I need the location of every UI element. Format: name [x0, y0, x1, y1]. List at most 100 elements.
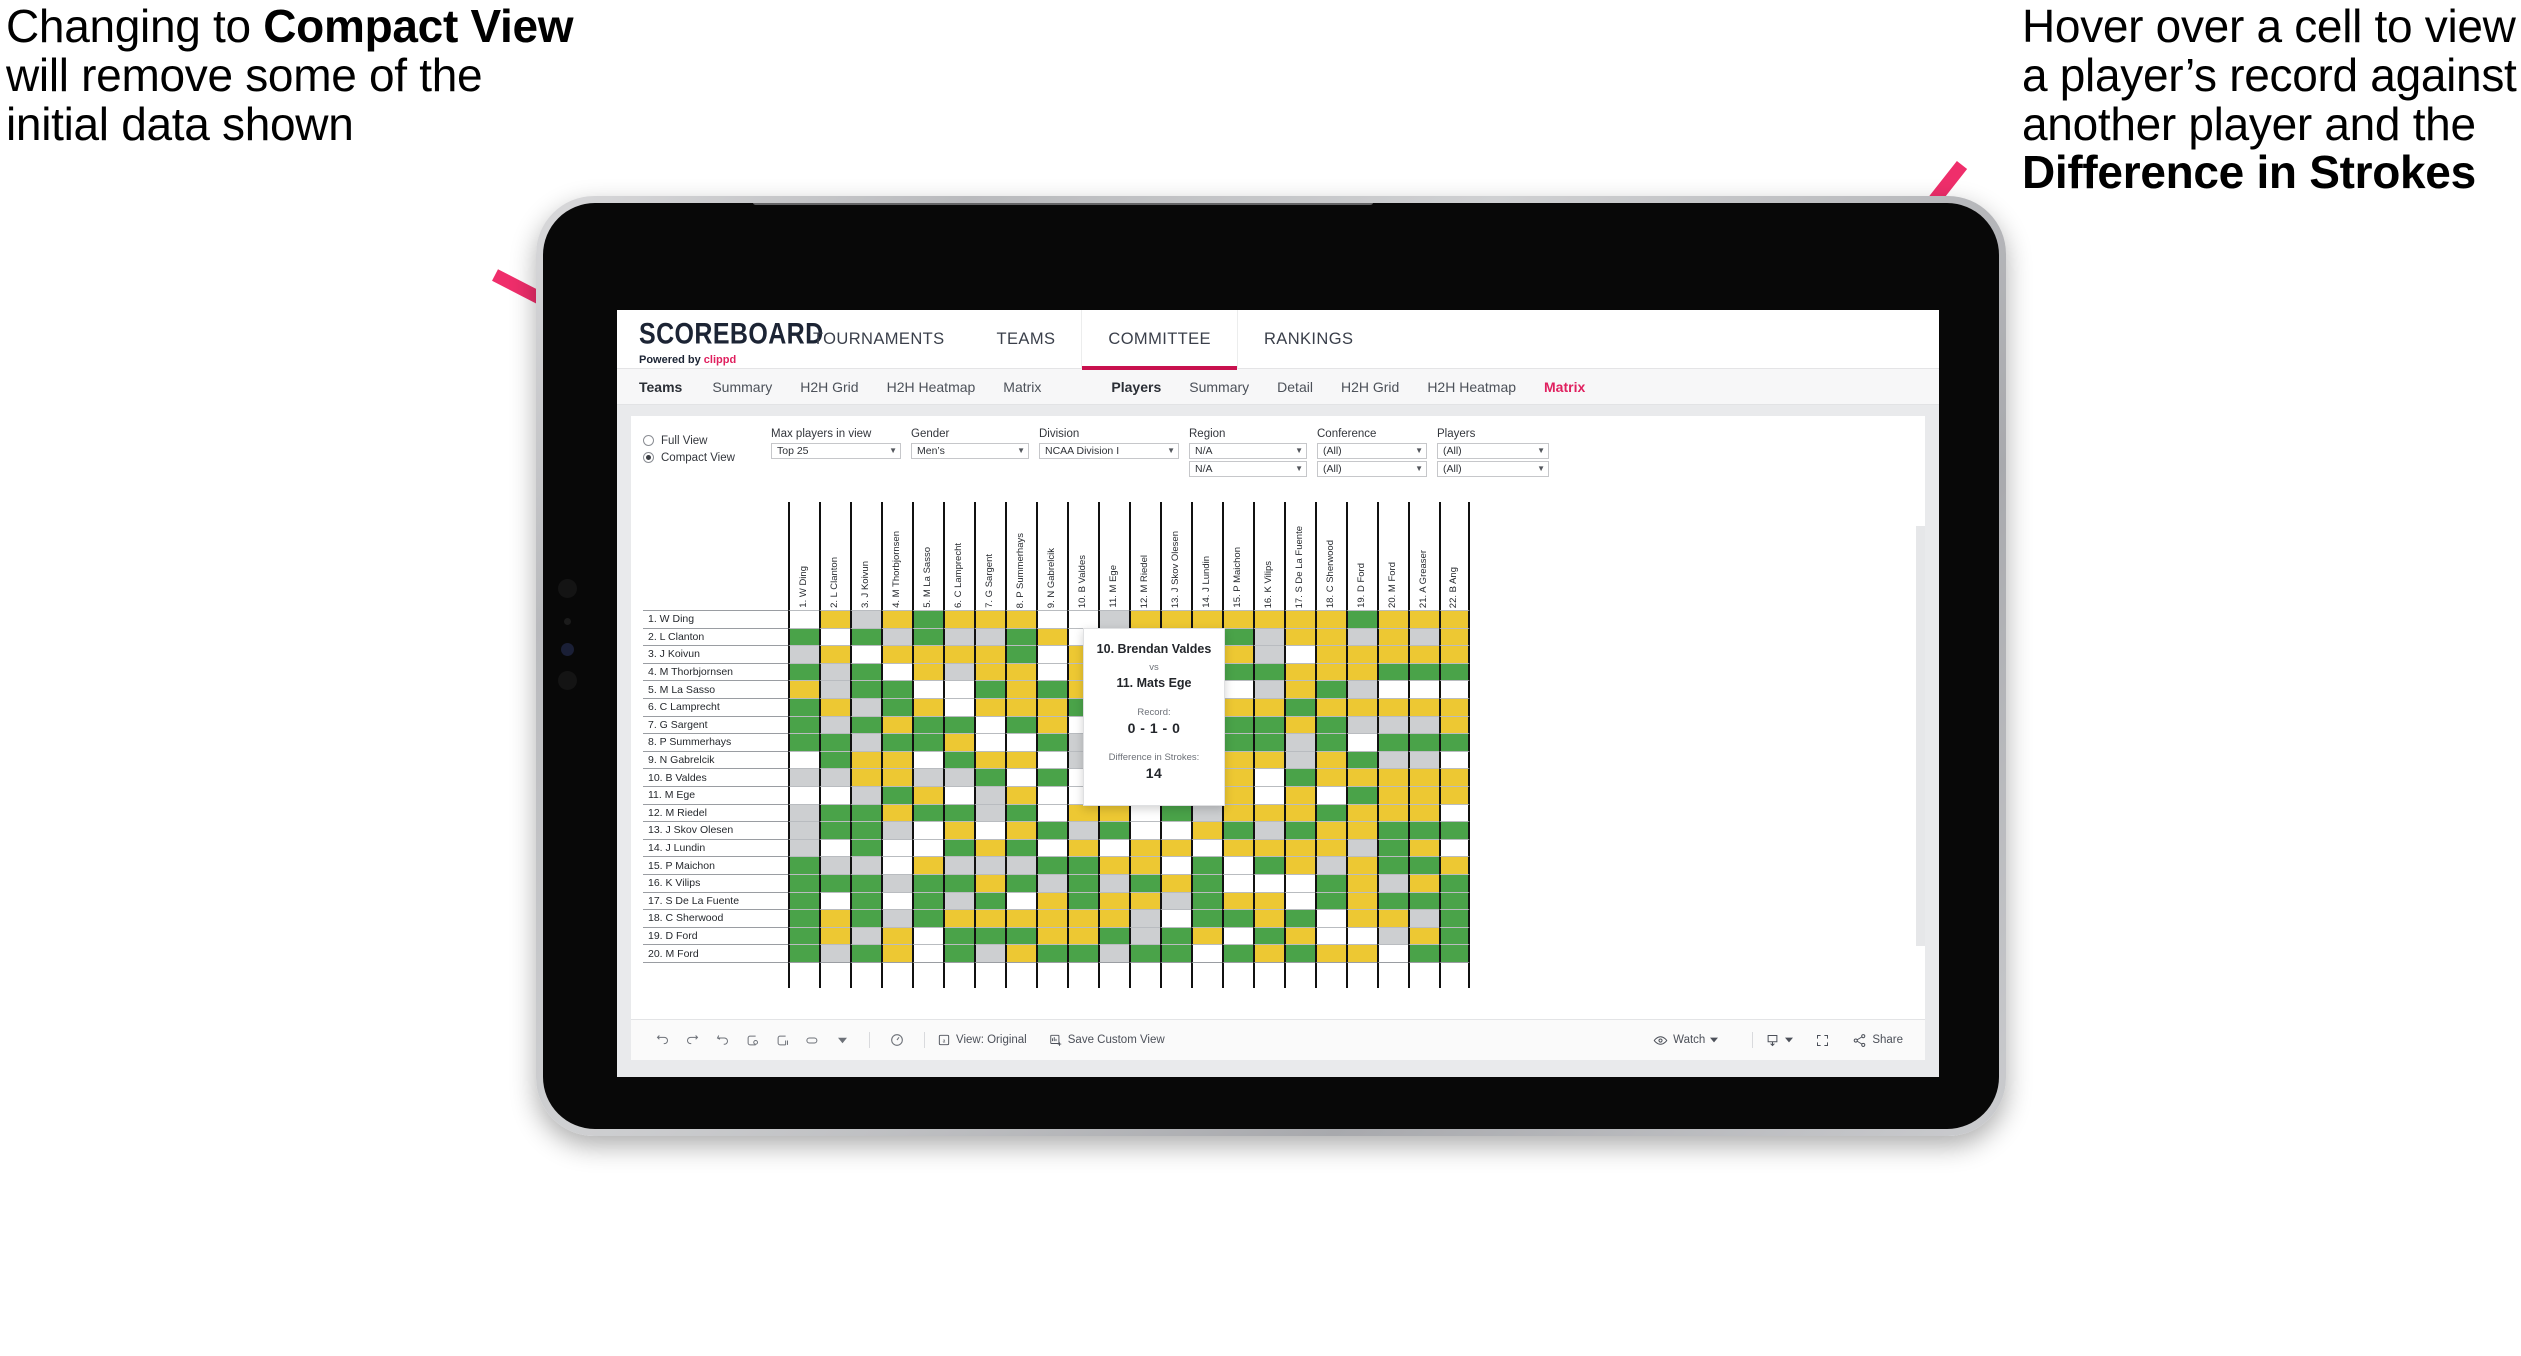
- matrix-cell[interactable]: [1222, 873, 1253, 892]
- matrix-cell[interactable]: [974, 645, 1005, 663]
- matrix-cell[interactable]: [1284, 803, 1315, 822]
- matrix-cell[interactable]: [1253, 627, 1284, 646]
- matrix-cell[interactable]: [1439, 803, 1470, 822]
- matrix-cell[interactable]: [1439, 785, 1470, 804]
- matrix-cell[interactable]: [850, 662, 881, 681]
- subnav-item-teams-matrix[interactable]: Matrix: [989, 379, 1055, 395]
- matrix-cell[interactable]: [912, 627, 943, 646]
- matrix-cell[interactable]: [788, 944, 819, 962]
- matrix-cell[interactable]: [881, 715, 912, 734]
- matrix-cell[interactable]: [974, 697, 1005, 716]
- matrix-cell[interactable]: [819, 610, 850, 628]
- matrix-cell[interactable]: [1377, 680, 1408, 698]
- matrix-cell[interactable]: [1191, 944, 1222, 962]
- matrix-cell[interactable]: [1160, 873, 1191, 892]
- matrix-cell[interactable]: [1315, 891, 1346, 910]
- matrix-cell[interactable]: [1253, 838, 1284, 857]
- matrix-cell[interactable]: [1377, 627, 1408, 646]
- matrix-cell[interactable]: [1222, 944, 1253, 962]
- matrix-cell[interactable]: [819, 873, 850, 892]
- matrix-cell[interactable]: [1315, 733, 1346, 751]
- matrix-cell[interactable]: [974, 926, 1005, 945]
- matrix-cell[interactable]: [1036, 733, 1067, 751]
- matrix-cell[interactable]: [1408, 926, 1439, 945]
- matrix-cell[interactable]: [1439, 610, 1470, 628]
- matrix-cell[interactable]: [1253, 803, 1284, 822]
- watch-button[interactable]: Watch: [1653, 1033, 1719, 1048]
- matrix-cell[interactable]: [1439, 697, 1470, 716]
- matrix-cell[interactable]: [1036, 768, 1067, 786]
- matrix-cell[interactable]: [1253, 610, 1284, 628]
- matrix-cell[interactable]: [943, 733, 974, 751]
- matrix-cell[interactable]: [881, 610, 912, 628]
- matrix-cell[interactable]: [1253, 926, 1284, 945]
- matrix-cell[interactable]: [881, 768, 912, 786]
- select-division[interactable]: NCAA Division I ▼: [1039, 443, 1179, 459]
- matrix-cell[interactable]: [1036, 610, 1067, 628]
- matrix-cell[interactable]: [1408, 733, 1439, 751]
- matrix-cell[interactable]: [1439, 856, 1470, 874]
- shape-icon[interactable]: [797, 1033, 827, 1048]
- matrix-cell[interactable]: [943, 697, 974, 716]
- matrix-cell[interactable]: [850, 821, 881, 839]
- matrix-cell[interactable]: [912, 785, 943, 804]
- matrix-cell[interactable]: [850, 944, 881, 962]
- matrix-cell[interactable]: [1005, 944, 1036, 962]
- matrix-cell[interactable]: [788, 891, 819, 910]
- matrix-cell[interactable]: [819, 662, 850, 681]
- matrix-cell[interactable]: [1098, 873, 1129, 892]
- subnav-item-players-h2h-heatmap[interactable]: H2H Heatmap: [1413, 379, 1530, 395]
- matrix-cell[interactable]: [1036, 891, 1067, 910]
- matrix-cell[interactable]: [1346, 785, 1377, 804]
- matrix-cell[interactable]: [1315, 926, 1346, 945]
- topnav-item-teams[interactable]: TEAMS: [971, 310, 1082, 369]
- matrix-cell[interactable]: [943, 785, 974, 804]
- matrix-cell[interactable]: [912, 610, 943, 628]
- matrix-cell[interactable]: [788, 733, 819, 751]
- matrix-cell[interactable]: [1439, 821, 1470, 839]
- matrix-cell[interactable]: [1005, 697, 1036, 716]
- matrix-cell[interactable]: [1408, 680, 1439, 698]
- matrix-cell[interactable]: [1253, 768, 1284, 786]
- matrix-cell[interactable]: [1253, 715, 1284, 734]
- matrix-cell[interactable]: [1377, 733, 1408, 751]
- matrix-cell[interactable]: [912, 733, 943, 751]
- matrix-cell[interactable]: [819, 645, 850, 663]
- matrix-cell[interactable]: [1005, 856, 1036, 874]
- matrix-cell[interactable]: [1346, 944, 1377, 962]
- matrix-cell[interactable]: [1222, 733, 1253, 751]
- matrix-cell[interactable]: [1253, 909, 1284, 927]
- matrix-cell[interactable]: [1377, 891, 1408, 910]
- matrix-cell[interactable]: [1098, 909, 1129, 927]
- matrix-cell[interactable]: [1408, 697, 1439, 716]
- matrix-cell[interactable]: [1408, 909, 1439, 927]
- matrix-cell[interactable]: [1222, 891, 1253, 910]
- matrix-cell[interactable]: [1408, 873, 1439, 892]
- matrix-cell[interactable]: [850, 680, 881, 698]
- matrix-cell[interactable]: [912, 821, 943, 839]
- matrix-cell[interactable]: [1346, 750, 1377, 769]
- matrix-cell[interactable]: [1315, 785, 1346, 804]
- matrix-cell[interactable]: [1377, 821, 1408, 839]
- matrix-cell[interactable]: [974, 680, 1005, 698]
- matrix-cell[interactable]: [1439, 838, 1470, 857]
- matrix-cell[interactable]: [1439, 715, 1470, 734]
- matrix-cell[interactable]: [1315, 610, 1346, 628]
- matrix-cell[interactable]: [1253, 733, 1284, 751]
- matrix-cell[interactable]: [819, 803, 850, 822]
- matrix-cell[interactable]: [912, 909, 943, 927]
- matrix-cell[interactable]: [974, 733, 1005, 751]
- matrix-cell[interactable]: [1098, 610, 1129, 628]
- matrix-cell[interactable]: [943, 680, 974, 698]
- matrix-cell[interactable]: [974, 838, 1005, 857]
- matrix-cell[interactable]: [1346, 926, 1377, 945]
- matrix-cell[interactable]: [912, 750, 943, 769]
- matrix-cell[interactable]: [819, 785, 850, 804]
- matrix-cell[interactable]: [788, 821, 819, 839]
- matrix-cell[interactable]: [1191, 926, 1222, 945]
- matrix-cell[interactable]: [1067, 821, 1098, 839]
- matrix-cell[interactable]: [912, 715, 943, 734]
- matrix-cell[interactable]: [850, 610, 881, 628]
- matrix-cell[interactable]: [819, 891, 850, 910]
- matrix-cell[interactable]: [1408, 803, 1439, 822]
